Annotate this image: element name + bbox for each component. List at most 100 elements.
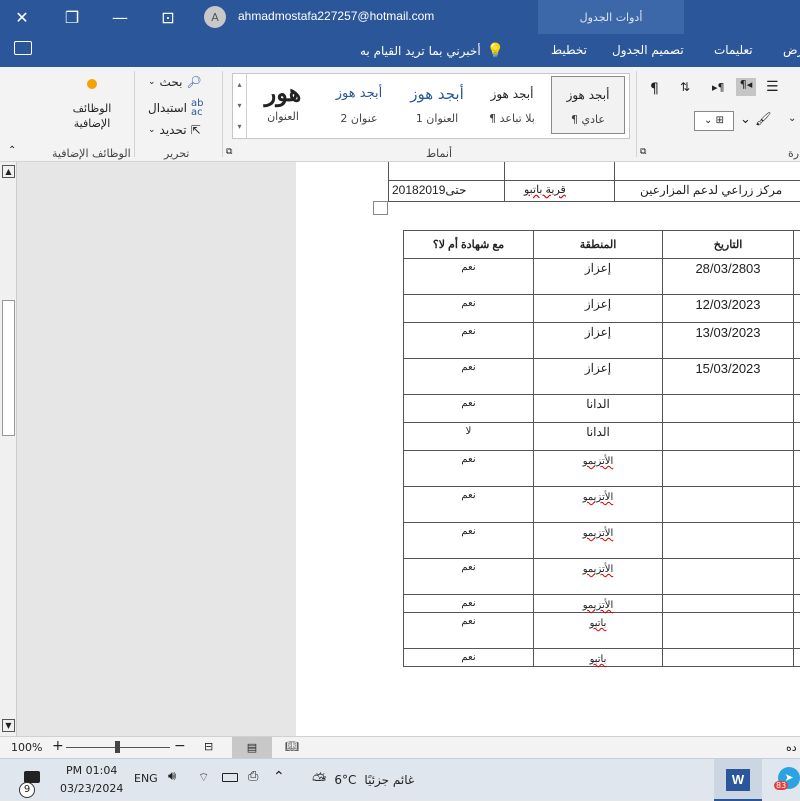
scroll-thumb[interactable] bbox=[2, 300, 15, 436]
scroll-up-icon[interactable]: ▲ bbox=[2, 165, 15, 178]
print-layout-button[interactable]: ▤ bbox=[232, 737, 272, 758]
style-normal[interactable]: أبجد هوز ¶ عادي bbox=[551, 76, 625, 134]
prev-table-cell[interactable]: مركز زراعي لدعم المزارعين bbox=[640, 183, 800, 197]
cell-region[interactable]: الدانا bbox=[534, 423, 663, 451]
restore-button[interactable]: ❐ bbox=[50, 0, 94, 34]
cell-region[interactable]: إعزاز bbox=[534, 323, 663, 359]
borders-button[interactable]: ⌄ ⊞ bbox=[694, 111, 734, 131]
cell-extra[interactable] bbox=[794, 595, 800, 613]
zoom-level[interactable]: 100% bbox=[11, 741, 42, 754]
rtl-button[interactable]: ¶◂ bbox=[736, 78, 756, 96]
header-cell[interactable] bbox=[794, 231, 800, 259]
telegram-taskbar-button[interactable]: ➤ 83 bbox=[776, 767, 800, 793]
meet-icon[interactable]: ⎙ bbox=[248, 769, 258, 784]
more-button[interactable]: ⌄ bbox=[788, 113, 796, 124]
cell-extra[interactable] bbox=[794, 323, 800, 359]
cell-extra[interactable] bbox=[794, 359, 800, 395]
prev-table-cell[interactable]: 2018حتى2019 bbox=[392, 183, 502, 197]
ribbon-display-button[interactable]: ⊡ bbox=[146, 0, 190, 34]
cell-extra[interactable] bbox=[794, 423, 800, 451]
cell-region[interactable]: باتبو bbox=[534, 649, 663, 667]
chevron-up-icon[interactable]: ⌃ bbox=[273, 769, 285, 785]
cell-cert[interactable]: نعم bbox=[404, 259, 534, 295]
avatar[interactable]: A bbox=[204, 6, 226, 28]
zoom-slider-thumb[interactable] bbox=[115, 741, 120, 753]
cell-extra[interactable] bbox=[794, 559, 800, 595]
style-title[interactable]: هور العنوان bbox=[251, 76, 315, 134]
close-button[interactable]: ✕ bbox=[0, 0, 44, 34]
cell-date[interactable]: 28/03/2803 bbox=[663, 259, 794, 295]
style-no-spacing[interactable]: أبجد هوز ¶ بلا تباعد bbox=[479, 76, 545, 134]
cell-extra[interactable] bbox=[794, 259, 800, 295]
dialog-launcher-icon[interactable]: ⧉ bbox=[640, 147, 646, 157]
cell-date[interactable]: 13/03/2023 bbox=[663, 323, 794, 359]
tell-me-box[interactable]: أخبرني بما تريد القيام به 💡 bbox=[360, 34, 504, 67]
weather-widget[interactable]: ⛅︎ 6°C غائم جزئيًا bbox=[312, 767, 414, 793]
read-mode-button[interactable]: 📖︎ bbox=[285, 740, 299, 753]
battery-icon[interactable] bbox=[222, 773, 238, 782]
find-button[interactable]: ⌄ بحث 🔎︎ bbox=[148, 75, 202, 89]
header-region[interactable]: المنطقة bbox=[534, 231, 663, 259]
cell-region[interactable]: إعزاز bbox=[534, 295, 663, 323]
cell-extra[interactable] bbox=[794, 295, 800, 323]
addins-button[interactable]: الوظائف الإضافية bbox=[60, 79, 124, 131]
cell-cert[interactable]: لا bbox=[404, 423, 534, 451]
cell-date[interactable] bbox=[663, 451, 794, 487]
shading-button[interactable]: ⌄ 🖌︎ bbox=[740, 112, 772, 127]
cell-date[interactable] bbox=[663, 523, 794, 559]
cell-date[interactable] bbox=[663, 559, 794, 595]
select-button[interactable]: ⌄ تحديد ⇱ bbox=[148, 123, 201, 137]
gallery-scroll[interactable]: ▴▾▾ bbox=[233, 74, 247, 138]
tab-table-design[interactable]: تصميم الجدول bbox=[612, 43, 684, 57]
dialog-launcher-icon[interactable]: ⧉ bbox=[226, 147, 232, 157]
cell-cert[interactable]: نعم bbox=[404, 487, 534, 523]
cell-cert[interactable]: نعم bbox=[404, 613, 534, 649]
cell-date[interactable] bbox=[663, 595, 794, 613]
cell-cert[interactable]: نعم bbox=[404, 451, 534, 487]
cell-region[interactable]: باتبو bbox=[534, 613, 663, 649]
cell-date[interactable] bbox=[663, 423, 794, 451]
zoom-in-button[interactable]: + bbox=[52, 738, 64, 754]
cell-cert[interactable]: نعم bbox=[404, 359, 534, 395]
cell-region[interactable]: إعزاز bbox=[534, 359, 663, 395]
scroll-down-icon[interactable]: ▼ bbox=[2, 719, 15, 732]
align-right-button[interactable]: ☰ bbox=[766, 79, 779, 95]
volume-icon[interactable]: 🔊︎ bbox=[168, 769, 176, 784]
focus-mode-button[interactable]: ⊟ bbox=[204, 740, 213, 753]
tab-help[interactable]: تعليمات bbox=[714, 43, 753, 57]
cell-cert[interactable]: نعم bbox=[404, 523, 534, 559]
cell-region[interactable]: الدانا bbox=[534, 395, 663, 423]
style-heading1[interactable]: أبجد هوز العنوان 1 bbox=[401, 76, 473, 134]
show-formatting-button[interactable]: ¶ bbox=[650, 81, 659, 97]
style-heading2[interactable]: أبجد هوز عنوان 2 bbox=[323, 76, 395, 134]
prev-table-cell[interactable]: قرية باتبو bbox=[524, 183, 614, 196]
comment-button[interactable] bbox=[14, 41, 32, 55]
cell-cert[interactable]: نعم bbox=[404, 649, 534, 667]
header-cert[interactable]: مع شهادة أم لا؟ bbox=[404, 231, 534, 259]
cell-extra[interactable] bbox=[794, 523, 800, 559]
cell-region[interactable]: الأتزيمو bbox=[534, 595, 663, 613]
cell-date[interactable] bbox=[663, 487, 794, 523]
cell-extra[interactable] bbox=[794, 451, 800, 487]
tab-view[interactable]: رض bbox=[783, 43, 800, 57]
zoom-out-button[interactable]: − bbox=[174, 738, 186, 754]
replace-button[interactable]: استبدال abac bbox=[148, 99, 203, 117]
cell-region[interactable]: الأتزيمو bbox=[534, 487, 663, 523]
word-taskbar-button[interactable]: W bbox=[714, 759, 762, 801]
ltr-button[interactable]: ▸¶ bbox=[712, 81, 725, 94]
cell-region[interactable]: إعزاز bbox=[534, 259, 663, 295]
header-date[interactable]: التاريخ bbox=[663, 231, 794, 259]
cell-extra[interactable] bbox=[794, 613, 800, 649]
cell-extra[interactable] bbox=[794, 395, 800, 423]
wifi-icon[interactable]: ⌔ bbox=[198, 770, 209, 785]
cell-date[interactable] bbox=[663, 649, 794, 667]
cell-region[interactable]: الأتزيمو bbox=[534, 523, 663, 559]
cell-region[interactable]: الأتزيمو bbox=[534, 451, 663, 487]
notification-button[interactable]: 9 bbox=[18, 769, 46, 797]
cell-extra[interactable] bbox=[794, 487, 800, 523]
cell-date[interactable] bbox=[663, 395, 794, 423]
account-email[interactable]: ahmadmostafa227257@hotmail.com bbox=[238, 9, 434, 23]
cell-cert[interactable]: نعم bbox=[404, 559, 534, 595]
tab-layout[interactable]: تخطيط bbox=[551, 43, 587, 57]
sort-button[interactable]: ⇅ bbox=[680, 80, 690, 94]
